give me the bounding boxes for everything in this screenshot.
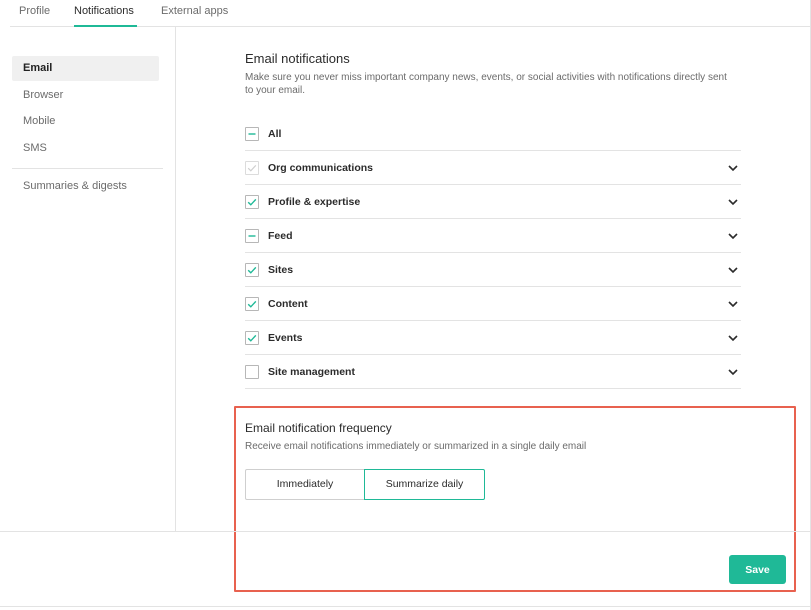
sidebar-divider (12, 168, 163, 169)
notification-checkbox[interactable] (245, 297, 259, 311)
chevron-down-icon[interactable] (727, 196, 739, 208)
notification-label: Org communications (268, 162, 374, 174)
notification-checkbox[interactable] (245, 195, 259, 209)
notification-checkbox[interactable] (245, 229, 259, 243)
notification-checkbox[interactable] (245, 127, 259, 141)
sidebar-item-summaries-digests[interactable]: Summaries & digests (12, 174, 159, 199)
frequency-option-summarize-daily[interactable]: Summarize daily (364, 469, 485, 500)
sidebar-item-email[interactable]: Email (12, 56, 159, 81)
checkmark-icon (247, 164, 257, 172)
notification-checkbox (245, 161, 259, 175)
sidebar-item-sms[interactable]: SMS (12, 136, 159, 161)
checkmark-icon (247, 334, 257, 342)
chevron-down-icon[interactable] (727, 366, 739, 378)
notification-row: Feed (245, 219, 741, 253)
tab-notifications[interactable]: Notifications (74, 5, 134, 17)
notification-label: Content (268, 298, 308, 310)
sidebar: Email Browser Mobile SMS Summaries & dig… (0, 27, 176, 531)
sidebar-item-mobile[interactable]: Mobile (12, 109, 159, 134)
email-notifications-description: Make sure you never miss important compa… (245, 72, 727, 96)
notification-label: Profile & expertise (268, 196, 361, 208)
email-notifications-title: Email notifications (245, 51, 350, 66)
dash-icon (248, 133, 256, 135)
notification-label: Sites (268, 264, 294, 276)
notification-row: All (245, 117, 741, 151)
tab-external-apps[interactable]: External apps (161, 5, 228, 17)
notification-row: Org communications (245, 151, 741, 185)
chevron-down-icon[interactable] (727, 298, 739, 310)
checkmark-icon (247, 266, 257, 274)
notification-label: Feed (268, 230, 293, 242)
notification-row: Profile & expertise (245, 185, 741, 219)
dash-icon (248, 235, 256, 237)
frequency-description: Receive email notifications immediately … (245, 441, 587, 452)
save-button[interactable]: Save (729, 555, 786, 584)
checkmark-icon (247, 300, 257, 308)
bottom-divider (0, 606, 811, 607)
notification-row: Sites (245, 253, 741, 287)
notification-row: Site management (245, 355, 741, 389)
frequency-option-immediately[interactable]: Immediately (245, 469, 365, 500)
tab-profile[interactable]: Profile (19, 5, 50, 17)
checkmark-icon (247, 198, 257, 206)
sidebar-item-browser[interactable]: Browser (12, 83, 159, 108)
frequency-title: Email notification frequency (245, 421, 392, 435)
notification-label: All (268, 128, 282, 140)
notification-checkbox[interactable] (245, 331, 259, 345)
notification-checkbox[interactable] (245, 263, 259, 277)
notification-label: Events (268, 332, 303, 344)
chevron-down-icon[interactable] (727, 264, 739, 276)
notification-checkbox[interactable] (245, 365, 259, 379)
notification-label: Site management (268, 366, 355, 378)
top-tabs: Profile Notifications External apps (0, 0, 811, 27)
chevron-down-icon[interactable] (727, 332, 739, 344)
chevron-down-icon[interactable] (727, 162, 739, 174)
footer-divider (0, 531, 811, 532)
chevron-down-icon[interactable] (727, 230, 739, 242)
notification-row: Content (245, 287, 741, 321)
notification-row: Events (245, 321, 741, 355)
